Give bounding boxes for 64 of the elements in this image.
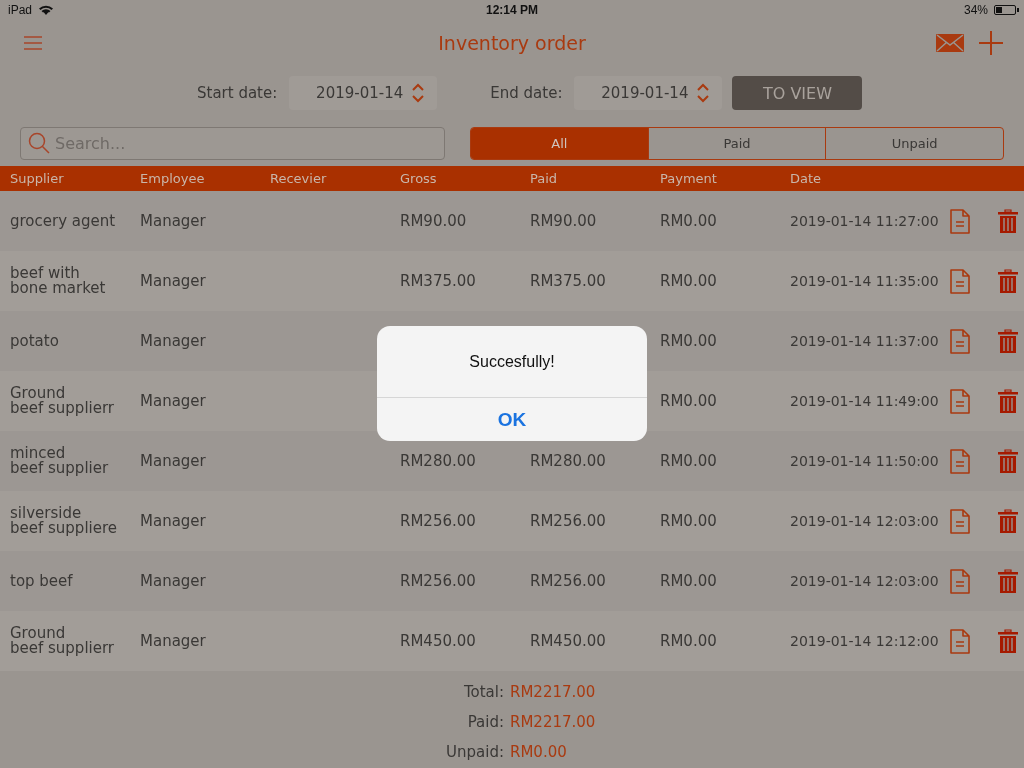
table-cell-text: RM280.00 xyxy=(530,453,607,469)
table-cell-text: RM0.00 xyxy=(660,273,718,289)
table-cell-text: RM280.00 xyxy=(400,453,477,469)
table-cell: 2019-01-14 12:03:00 xyxy=(790,573,940,589)
alert-message: Succesfully! xyxy=(377,326,647,398)
table-cell-text: minced beef supplier xyxy=(10,446,110,476)
column-header: Paid xyxy=(530,171,559,186)
table-cell-text: top beef xyxy=(10,573,74,589)
table-cell-text: RM375.00 xyxy=(530,273,607,289)
table-cell-text: potato xyxy=(10,333,60,349)
table-cell: 2019-01-14 11:27:00 xyxy=(790,213,940,229)
total-value: RM2217.00 xyxy=(510,713,596,731)
table-cell-text: RM0.00 xyxy=(660,333,718,349)
battery-percent: 34% xyxy=(963,3,988,17)
table-cell: 2019-01-14 11:50:00 xyxy=(790,453,940,469)
table-cell-text: RM256.00 xyxy=(530,573,607,589)
column-header: Gross xyxy=(400,171,438,186)
end-date-label: End date: xyxy=(490,84,563,102)
table-cell-text: Ground beef supplierr xyxy=(10,386,116,416)
column-header: Payment xyxy=(660,171,718,186)
table-cell-text: silverside beef suppliere xyxy=(10,506,119,536)
total-label: Unpaid: xyxy=(445,743,505,761)
table-cell-text: grocery agent xyxy=(10,213,117,229)
table-cell: 2019-01-14 11:35:00 xyxy=(790,273,940,289)
column-header: Date xyxy=(790,171,823,186)
table-cell-text: RM375.00 xyxy=(400,273,477,289)
table-cell: 2019-01-14 12:12:00 xyxy=(790,633,940,649)
table-cell-text: beef with bone market xyxy=(10,266,107,296)
page-title: Inventory order xyxy=(438,31,586,54)
table-cell-text: RM0.00 xyxy=(660,633,718,649)
table-cell-text: Manager xyxy=(140,273,207,289)
table-cell-text: Manager xyxy=(140,333,207,349)
table-cell: 2019-01-14 11:37:00 xyxy=(790,333,940,349)
table-cell-text: RM0.00 xyxy=(660,393,718,409)
table-cell-text: Manager xyxy=(140,633,207,649)
table-cell-text: Ground beef supplierr xyxy=(10,626,116,656)
table-cell-text: RM0.00 xyxy=(660,573,718,589)
table-cell-text: RM90.00 xyxy=(400,213,468,229)
table-cell-text: Manager xyxy=(140,573,207,589)
table-cell: 2019-01-14 11:49:00 xyxy=(790,393,940,409)
column-header: Recevier xyxy=(270,171,328,186)
total-label: Paid: xyxy=(466,713,505,731)
table-cell: 2019-01-14 12:03:00 xyxy=(790,513,940,529)
column-header: Employee xyxy=(140,171,206,186)
table-cell-text: Manager xyxy=(140,213,207,229)
table-cell-text: RM256.00 xyxy=(400,513,477,529)
table-cell-text: Manager xyxy=(140,393,207,409)
table-cell-text: RM0.00 xyxy=(660,213,718,229)
table-cell-text: Manager xyxy=(140,453,207,469)
table-cell-text: RM450.00 xyxy=(530,633,607,649)
table-cell-text: RM0.00 xyxy=(660,513,718,529)
total-value: RM0.00 xyxy=(510,743,567,761)
table-cell-text: RM90.00 xyxy=(530,213,598,229)
column-header: Supplier xyxy=(10,171,65,186)
status-time: 12:14 PM xyxy=(486,3,538,17)
total-value: RM2217.00 xyxy=(510,683,596,701)
total-label: Total: xyxy=(462,683,505,701)
table-cell-text: RM256.00 xyxy=(400,573,477,589)
table-cell-text: RM0.00 xyxy=(660,453,718,469)
carrier-label: iPad xyxy=(8,3,33,17)
table-cell-text: RM256.00 xyxy=(530,513,607,529)
start-date-label: Start date: xyxy=(197,84,278,102)
table-cell-text: RM450.00 xyxy=(400,633,477,649)
table-cell-text: Manager xyxy=(140,513,207,529)
